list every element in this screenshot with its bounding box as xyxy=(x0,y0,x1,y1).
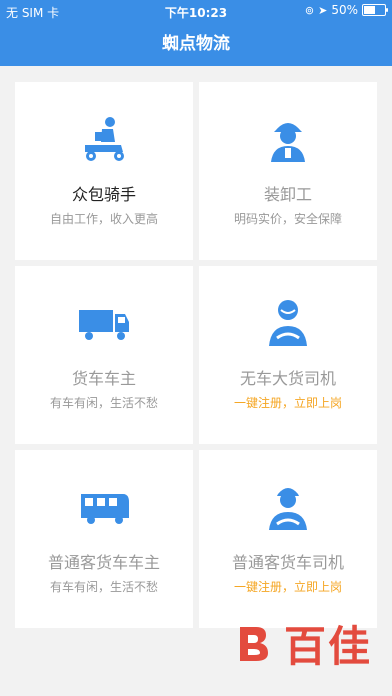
card-title: 普通客货车司机 xyxy=(231,553,344,572)
card-title: 无车大货司机 xyxy=(239,369,336,388)
card-truck-driver[interactable]: 无车大货司机 一键注册，立即上岗 xyxy=(199,266,377,444)
scooter-rider-icon xyxy=(85,117,124,161)
battery-percent: 50% xyxy=(331,3,358,17)
van-icon xyxy=(81,494,129,524)
card-loader[interactable]: 装卸工 明码实价，安全保障 xyxy=(199,82,377,260)
card-crowd-rider[interactable]: 众包骑手 自由工作，收入更高 xyxy=(15,82,193,260)
truck-icon xyxy=(79,310,129,340)
watermark-logo-icon xyxy=(239,626,268,661)
card-title: 货车车主 xyxy=(71,369,136,388)
card-title: 装卸工 xyxy=(263,185,312,204)
battery-icon xyxy=(362,4,388,16)
card-subtitle: 一键注册，立即上岗 xyxy=(233,580,342,594)
card-subtitle: 一键注册，立即上岗 xyxy=(233,396,342,410)
card-title: 众包骑手 xyxy=(71,185,136,204)
driver-icon xyxy=(269,300,307,346)
card-truck-owner[interactable]: 货车车主 有车有闲，生活不愁 xyxy=(15,266,193,444)
watermark-text: 百佳 xyxy=(283,622,372,671)
watermark: 百佳 xyxy=(236,613,372,674)
location-arrow-icon: ➤ xyxy=(318,3,328,17)
worker-helmet-icon xyxy=(271,123,305,162)
card-title: 普通客货车车主 xyxy=(47,553,160,572)
card-subtitle: 有车有闲，生活不愁 xyxy=(49,580,158,594)
status-bar: 无 SIM 卡 下午10:23 ⊚ ➤ 50% xyxy=(0,0,392,22)
card-van-owner[interactable]: 普通客货车车主 有车有闲，生活不愁 xyxy=(15,450,193,628)
card-subtitle: 明码实价，安全保障 xyxy=(233,212,342,226)
card-subtitle: 自由工作，收入更高 xyxy=(49,212,158,226)
page-title: 蜘点物流 xyxy=(162,34,230,54)
rotation-lock-icon: ⊚ xyxy=(304,3,315,17)
role-grid: 众包骑手 自由工作，收入更高 装卸工 明码实价，安全保障 货车车主 有车有闲，生… xyxy=(15,82,377,628)
nav-bar: 蜘点物流 xyxy=(0,22,392,66)
driver-helmet-icon xyxy=(269,488,307,530)
card-van-driver[interactable]: 普通客货车司机 一键注册，立即上岗 xyxy=(199,450,377,628)
card-subtitle: 有车有闲，生活不愁 xyxy=(49,396,158,410)
status-right: ⊚ ➤ 50% xyxy=(304,3,388,17)
